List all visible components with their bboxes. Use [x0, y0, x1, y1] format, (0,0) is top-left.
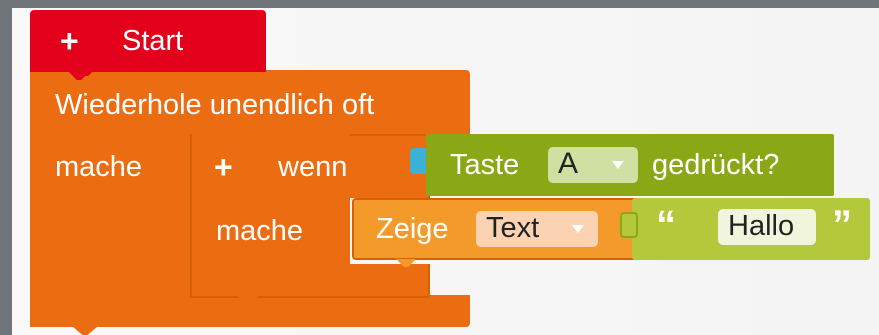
text-value: Hallo: [728, 210, 795, 242]
if-do-label: mache: [216, 215, 304, 247]
if-plus-icon[interactable]: +: [214, 150, 233, 184]
show-block[interactable]: Zeige Text: [352, 198, 652, 260]
repeat-forever-label: Wiederhole unendlich oft: [55, 89, 375, 121]
show-label: Zeige: [376, 213, 449, 245]
key-pressed-prefix: Taste: [450, 149, 520, 181]
repeat-bottom-notch: [72, 326, 98, 335]
if-label: wenn: [278, 151, 348, 183]
close-quote: ”: [832, 203, 852, 247]
open-quote: “: [656, 203, 676, 247]
plus-icon[interactable]: +: [60, 24, 79, 58]
start-label: Start: [122, 25, 184, 57]
text-value-field[interactable]: Hallo: [718, 209, 816, 245]
key-dropdown-value: A: [558, 147, 579, 180]
key-dropdown[interactable]: A: [548, 147, 638, 183]
type-dropdown-value: Text: [486, 212, 540, 244]
block-workspace[interactable]: Wiederhole unendlich oft mache + wenn ma…: [12, 8, 879, 335]
start-block[interactable]: + Start: [30, 10, 266, 72]
text-connector: [620, 212, 638, 238]
chevron-down-icon: [612, 161, 624, 169]
type-dropdown[interactable]: Text: [476, 211, 598, 247]
text-literal-block[interactable]: “ Hallo ”: [632, 198, 870, 260]
chevron-down-icon: [572, 225, 584, 233]
key-pressed-block[interactable]: Taste A gedrückt?: [426, 134, 834, 196]
repeat-do-label: mache: [55, 151, 143, 183]
key-pressed-suffix: gedrückt?: [652, 149, 780, 181]
